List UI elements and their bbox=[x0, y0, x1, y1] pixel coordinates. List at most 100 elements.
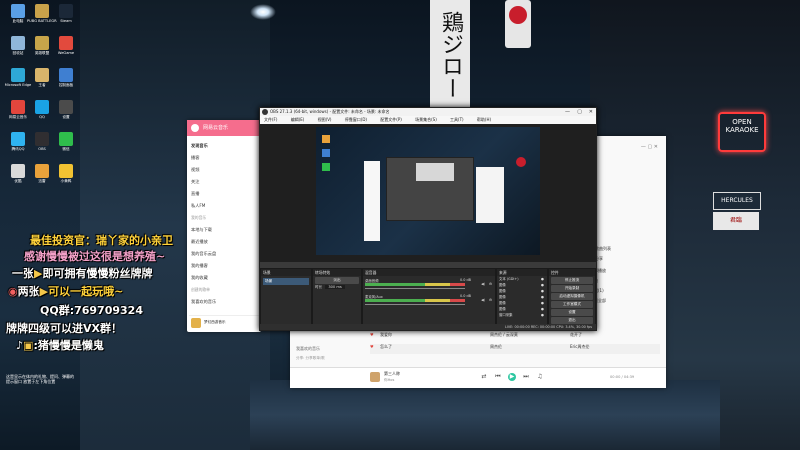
play-button[interactable]: ▶ bbox=[508, 373, 516, 381]
preview-canvas bbox=[316, 127, 540, 255]
wechat-icon bbox=[59, 132, 73, 146]
menu-view[interactable]: 视图(V) bbox=[318, 117, 332, 122]
virtual-camera-button[interactable]: 启动虚拟摄像机 bbox=[551, 293, 593, 300]
next-icon[interactable]: ⏭ bbox=[522, 373, 530, 381]
desktop-icon[interactable]: 控制面板 bbox=[51, 68, 81, 98]
studio-mode-button[interactable]: 工作室模式 bbox=[551, 301, 593, 308]
speaker-icon[interactable]: ◀) bbox=[481, 298, 485, 302]
tiktok-icon: ♪ bbox=[16, 339, 24, 352]
desktop-icon[interactable]: WeGame bbox=[51, 36, 81, 66]
obs-window: OBS 27.1.3 (64-bit, windows) - 配置文件: 未命名… bbox=[259, 107, 597, 331]
menu-tools[interactable]: 工具(T) bbox=[450, 117, 464, 122]
playlist-label: 我喜欢的音乐 bbox=[296, 346, 320, 351]
music-app-nav: 发现音乐 播客 视频 关注 直播 私人FM 我的音乐 本地与下载 最近播放 我的… bbox=[187, 136, 261, 308]
sources-list: 文本 (GDI+) ● 图像 ● 图像 ● 图像 ● 图像 ● 图像 ● 窗口采集 ● bbox=[497, 276, 547, 318]
nav-favorites[interactable]: 我的收藏 bbox=[191, 272, 261, 284]
settings-button[interactable]: 设置 bbox=[551, 309, 593, 316]
video-icon bbox=[11, 164, 25, 178]
overlay-line-2: 感谢慢慢被过这很是想养殖~ bbox=[24, 250, 166, 263]
nav-my-podcast[interactable]: 我的播客 bbox=[191, 260, 261, 272]
recycle-bin-icon bbox=[11, 36, 25, 50]
volume-icon[interactable]: ♫ bbox=[536, 373, 544, 381]
controls-dock-header: 控件 bbox=[549, 269, 595, 276]
desktop-icon[interactable]: 微信 bbox=[51, 132, 81, 162]
duration-input[interactable]: 300 ms bbox=[325, 285, 345, 289]
overlay-line-6: 牌牌四级可以进VX群！ bbox=[6, 322, 122, 335]
mini-preview bbox=[416, 163, 454, 181]
track-cover bbox=[370, 372, 380, 382]
table-row[interactable]: ♥ 我爱你 周杰伦 / 云深莫 花开了 bbox=[370, 332, 660, 342]
volume-slider[interactable] bbox=[365, 304, 465, 305]
mini-neon-sign bbox=[516, 157, 526, 167]
shuffle-icon[interactable]: ⇄ bbox=[480, 373, 488, 381]
exit-button[interactable]: 退出 bbox=[551, 317, 593, 324]
desktop-icon-label: 微信 bbox=[62, 147, 70, 151]
overlay-qq-group: QQ群:769709324 bbox=[40, 304, 143, 317]
heart-icon[interactable]: ♥ bbox=[370, 332, 374, 337]
nav-podcast[interactable]: 播客 bbox=[191, 152, 261, 164]
overlay-line-7: ♪▣:猪慢慢是懒鬼 bbox=[16, 339, 104, 352]
menu-edit[interactable]: 编辑(E) bbox=[291, 117, 305, 122]
netease-logo-icon bbox=[191, 124, 199, 132]
menu-docks[interactable]: 停靠窗口(D) bbox=[345, 117, 367, 122]
desktop-icon[interactable]: 设置 bbox=[51, 100, 81, 130]
scene-item[interactable]: 场景 bbox=[263, 278, 309, 285]
maximize-icon[interactable]: ▢ bbox=[577, 108, 582, 116]
nav-recent[interactable]: 最近播放 bbox=[191, 236, 261, 248]
gear-icon[interactable]: ⚙ bbox=[489, 298, 492, 302]
nav-fm[interactable]: 私人FM bbox=[191, 200, 261, 212]
obs-preview[interactable] bbox=[260, 124, 596, 262]
desktop-icon[interactable]: Steam bbox=[51, 4, 81, 34]
nav-follow[interactable]: 关注 bbox=[191, 176, 261, 188]
desktop-icon-label: WeGame bbox=[57, 51, 75, 55]
nav-cloud[interactable]: 我的音乐云盘 bbox=[191, 248, 261, 260]
menu-scene-collection[interactable]: 场景集合(S) bbox=[415, 117, 437, 122]
tag-icon: ▣ bbox=[23, 339, 34, 352]
obs-title: OBS 27.1.3 (64-bit, windows) - 配置文件: 未命名… bbox=[270, 109, 390, 114]
game-icon bbox=[35, 68, 49, 82]
speaker-icon[interactable]: ◀) bbox=[481, 282, 485, 286]
source-item[interactable]: 窗口采集 ● bbox=[499, 312, 545, 318]
section-mine: 我的音乐 bbox=[191, 215, 207, 220]
track-title: 第三人称 bbox=[384, 371, 400, 376]
window-controls[interactable]: — ▢ ✕ bbox=[641, 144, 658, 150]
music-app-window: 网易云音乐 发现音乐 播客 视频 关注 直播 私人FM 我的音乐 本地与下载 最… bbox=[187, 120, 261, 332]
prev-icon[interactable]: ⏮ bbox=[494, 373, 502, 381]
gear-icon[interactable]: ⚙ bbox=[489, 282, 492, 286]
desktop-icon-label: 设置 bbox=[62, 115, 70, 119]
nav-video[interactable]: 视频 bbox=[191, 164, 261, 176]
tower-sign: 鶏ジロー bbox=[430, 0, 470, 110]
nav-local[interactable]: 本地与下载 bbox=[191, 224, 261, 236]
mini-desktop-icon bbox=[322, 135, 330, 143]
edge-icon bbox=[11, 68, 25, 82]
minimize-icon[interactable]: — bbox=[565, 108, 570, 116]
menu-help[interactable]: 帮助(H) bbox=[477, 117, 491, 122]
album-cover bbox=[191, 318, 201, 328]
close-icon[interactable]: ✕ bbox=[589, 108, 593, 116]
menu-file[interactable]: 文件(F) bbox=[264, 117, 277, 122]
obs-icon bbox=[35, 132, 49, 146]
volume-slider[interactable] bbox=[365, 288, 465, 289]
nav-discover[interactable]: 发现音乐 bbox=[191, 140, 261, 152]
heart-icon[interactable]: ♥ bbox=[370, 344, 374, 349]
start-recording-button[interactable]: 开始录制 bbox=[551, 285, 593, 292]
nav-liked[interactable]: 我喜欢的音乐 bbox=[191, 296, 261, 308]
menu-profile[interactable]: 配置文件(P) bbox=[380, 117, 402, 122]
tencent-qq-icon bbox=[11, 132, 25, 146]
mini-desktop-icon bbox=[322, 149, 330, 157]
nav-live[interactable]: 直播 bbox=[191, 188, 261, 200]
desktop-icon[interactable]: 小黄鸭 bbox=[51, 164, 81, 194]
music-now-playing[interactable]: 梦幻西游音乐 bbox=[189, 315, 259, 330]
stop-stream-button[interactable]: 停止推流 bbox=[551, 277, 593, 284]
duration-row: 时长 300 ms bbox=[315, 285, 359, 290]
transitions-dock-header: 转场特效 bbox=[313, 269, 361, 276]
visibility-icon[interactable]: ● bbox=[541, 312, 544, 318]
corner-note: 这是显示在体内的礼物、提问、弹幕的 提示窗口 放置于左下角位置 bbox=[6, 374, 74, 384]
controls-dock: 控件 停止推流 开始录制 启动虚拟摄像机 工作室模式 设置 退出 bbox=[548, 268, 596, 326]
section-created: 创建的歌单 bbox=[191, 287, 210, 292]
table-row[interactable]: ♥ 怎么了 周杰伦 Eric周杰伦 bbox=[370, 344, 660, 354]
audio-meter bbox=[365, 283, 465, 286]
transition-select[interactable]: 淡出 bbox=[315, 277, 359, 284]
wet-street bbox=[250, 380, 720, 450]
computer-icon bbox=[11, 4, 25, 18]
